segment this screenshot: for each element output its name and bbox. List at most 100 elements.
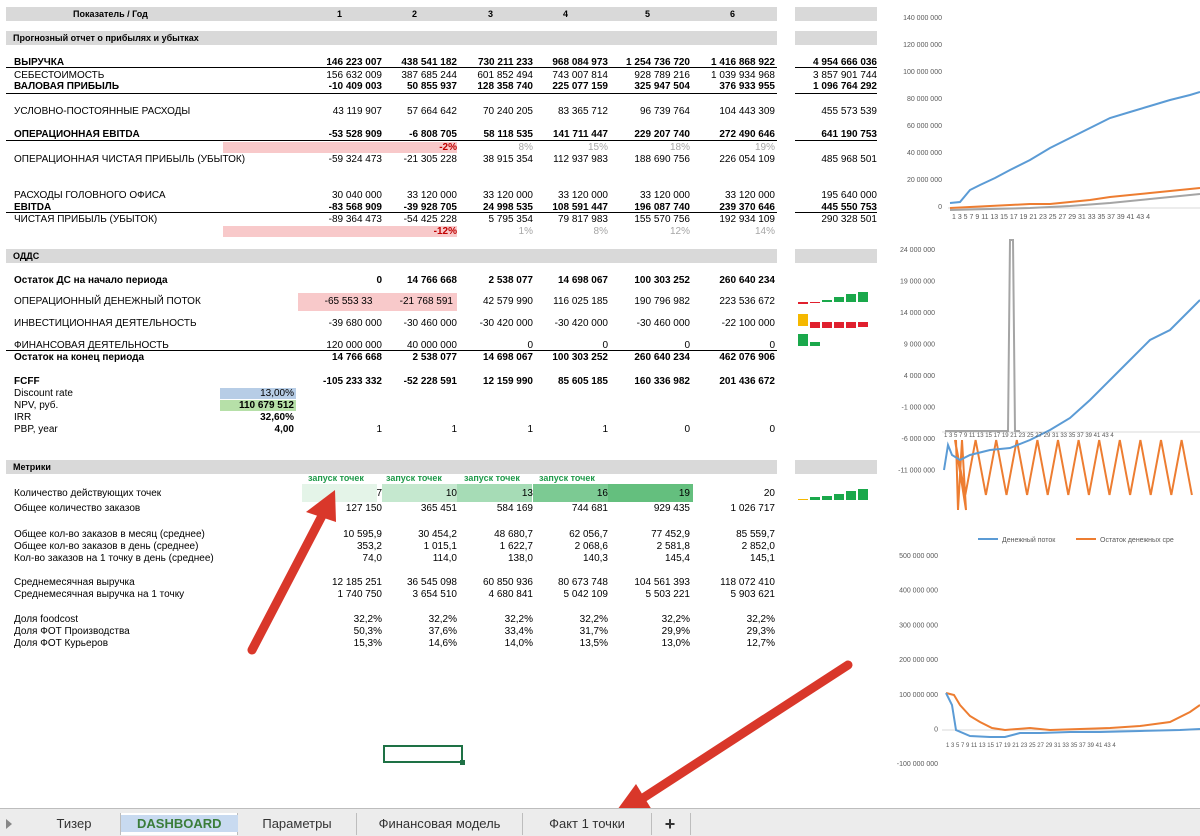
pl-section-title: Прогнозный отчет о прибылях и убытках (13, 33, 199, 43)
divider-line (6, 140, 777, 141)
metric-value: 13,0% (661, 638, 690, 649)
pl-value: 225 077 159 (552, 81, 608, 92)
pbp-year-value: 1 (451, 424, 457, 435)
chart1-y-tick: 120 000 000 (903, 42, 942, 49)
metric-row-label: Общее кол-во заказов в месяц (среднее) (14, 529, 205, 540)
chart3-y-tick: 300 000 000 (899, 622, 938, 629)
fcff-value: -105 233 332 (323, 376, 382, 387)
sheet-tab[interactable]: Тизер (28, 813, 121, 835)
chart3-y-tick: 200 000 000 (899, 657, 938, 664)
discount-label: Discount rate (14, 388, 73, 399)
launch-label: запуск точек (308, 473, 364, 483)
pl-value: 30 040 000 (331, 190, 382, 201)
cashflow-chart: 24 000 000 19 000 000 14 000 000 9 000 000 4… (898, 239, 1200, 544)
metric-value: 3 654 510 (412, 589, 458, 600)
pl-value: 79 817 983 (557, 214, 608, 225)
chart2-y-tick: 19 000 000 (900, 279, 935, 286)
metric-row-label: Среднемесячная выручка (14, 577, 135, 588)
chart2-y-tick: 4 000 000 (904, 373, 935, 380)
metric-value: 48 680,7 (494, 529, 533, 540)
fcff-value: 12 159 990 (482, 376, 533, 387)
sparkline-bar (834, 494, 844, 500)
metric-value: 20 (763, 488, 775, 499)
sheet-tab-label: + (664, 814, 676, 834)
chart2-y-tick: 9 000 000 (904, 342, 935, 349)
metric-value: 19 (678, 488, 690, 499)
selected-cell[interactable] (383, 745, 465, 765)
metric-value: 30 454,2 (418, 529, 457, 540)
fill-handle[interactable] (460, 760, 465, 765)
sparkline-bar (810, 302, 820, 303)
pl-value: 83 365 712 (557, 106, 608, 117)
pl-row-label: ВАЛОВАЯ ПРИБЫЛЬ (14, 81, 119, 92)
metric-value: 13 (521, 488, 533, 499)
pl-value: -54 425 228 (403, 214, 457, 225)
metric-value: 32,2% (579, 614, 608, 625)
metric-value: 365 451 (420, 503, 457, 514)
odds-section-bar (6, 249, 777, 263)
pl-value: 1% (518, 226, 533, 237)
pbp-year-value: 0 (769, 424, 775, 435)
divider-line (795, 212, 877, 213)
pl-total-value: 455 573 539 (821, 106, 877, 117)
divider-line (6, 67, 777, 68)
metric-value: 14,0% (504, 638, 533, 649)
pl-value: 156 632 009 (326, 70, 382, 81)
pl-total-value: 3 857 901 744 (813, 70, 877, 81)
odds-value: 260 640 234 (719, 275, 775, 286)
sheet-tab[interactable]: Финансовая модель (357, 813, 523, 835)
odds-value: 2 538 077 (488, 275, 534, 286)
odds-section-bar-total (795, 249, 877, 263)
scroll-tabs-left-icon[interactable] (6, 819, 12, 829)
metric-value: 5 903 621 (730, 589, 776, 600)
pl-value: 33 120 000 (406, 190, 457, 201)
metric-value: 2 068,6 (574, 541, 608, 552)
metric-row-label: Общее количество заказов (14, 503, 141, 514)
odds-value: 462 076 906 (719, 352, 775, 363)
pl-row: -61%-12%1%8%12%14% (0, 226, 780, 239)
add-sheet-button[interactable]: + (650, 813, 691, 835)
pl-value: 8% (518, 142, 533, 153)
chart2-y-tick: 14 000 000 (900, 310, 935, 317)
metric-row-label: Доля foodcost (14, 614, 79, 625)
metric-value: 80 673 748 (557, 577, 608, 588)
pl-value: -21 305 228 (403, 154, 457, 165)
discount-value: 13,00% (220, 388, 296, 399)
odds-value: 2 538 077 (412, 352, 458, 363)
divider-line (6, 93, 777, 94)
pl-value: 57 664 642 (406, 106, 457, 117)
pl-row: ВЫРУЧКА 146 223 007 438 541 182 730 211 233… (0, 57, 877, 70)
sheet-tabs-bar: Тизер DASHBOARD Параметры Финансовая модель… (0, 808, 1200, 836)
chart1-x-ticks: 1 3 5 7 9 11 13 15 17 19 21 23 25 27 29 … (952, 214, 1150, 221)
pl-value: 12% (669, 226, 690, 237)
odds-value: 42 579 990 (482, 296, 533, 307)
sparkline-bar (822, 496, 832, 500)
metric-value: 10 (445, 488, 457, 499)
metric-value: 32,2% (661, 614, 690, 625)
pl-value: 5 795 354 (488, 214, 534, 225)
fcff-value: 201 436 672 (719, 376, 775, 387)
pl-row: ОПЕРАЦИОННАЯ ЧИСТАЯ ПРИБЫЛЬ (УБЫТОК) -59 … (0, 154, 877, 167)
pl-row-label: УСЛОВНО-ПОСТОЯННЫЕ РАСХОДЫ (14, 106, 191, 117)
sheet-tab[interactable]: Параметры (238, 813, 357, 835)
sheet-tab[interactable]: DASHBOARD (121, 813, 238, 835)
chart2-y-tick: -6 000 000 (902, 436, 936, 443)
pl-row-label: ОПЕРАЦИОННАЯ EBITDA (14, 129, 140, 140)
odds-value: 0 (376, 275, 382, 286)
pl-value: -59 324 473 (328, 154, 382, 165)
odds-row-label: Остаток на конец периода (14, 352, 145, 363)
pl-value: 743 007 814 (552, 70, 608, 81)
sparkline-bar (810, 497, 820, 500)
pbp-year-value: 1 (602, 424, 608, 435)
pl-value: 18% (669, 142, 690, 153)
sheet-tab[interactable]: Факт 1 точки (523, 813, 652, 835)
metric-value: 1 015,1 (423, 541, 457, 552)
metric-value: 16 (596, 488, 608, 499)
metrics-section-bar (6, 460, 777, 474)
metric-row: Общее количество заказов 127 150 365 451 58… (0, 503, 780, 516)
year-header: 5 (644, 9, 650, 19)
pl-value: 928 789 216 (634, 70, 690, 81)
chart3-y-tick: 0 (934, 727, 938, 734)
metric-value: 37,6% (428, 626, 457, 637)
chart3-y-tick: 500 000 000 (899, 553, 938, 560)
